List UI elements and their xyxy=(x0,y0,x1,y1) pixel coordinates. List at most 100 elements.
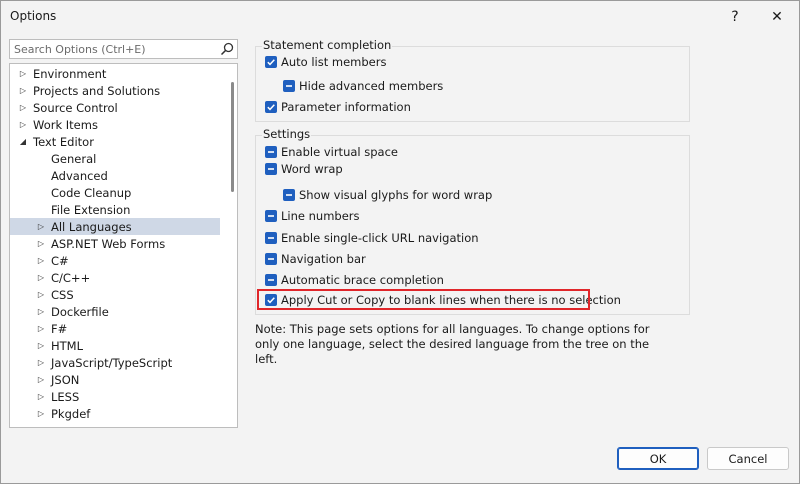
tree-item-label: HTML xyxy=(51,338,84,353)
option-show-visual-glyphs[interactable]: Show visual glyphs for word wrap xyxy=(283,187,492,203)
highlight-box xyxy=(257,289,590,310)
expand-arrow-icon[interactable]: ▷ xyxy=(36,371,46,388)
expand-arrow-icon[interactable]: ▷ xyxy=(36,269,46,286)
close-button[interactable]: ✕ xyxy=(756,1,798,32)
cancel-button[interactable]: Cancel xyxy=(707,447,789,470)
expand-arrow-icon[interactable]: ▷ xyxy=(18,116,28,133)
tree-item[interactable]: ▷ Projects and Solutions xyxy=(10,82,220,99)
ok-button[interactable]: OK xyxy=(617,447,699,470)
expand-arrow-icon[interactable]: ▷ xyxy=(36,218,46,235)
option-label: Word wrap xyxy=(281,162,343,176)
expand-arrow-icon[interactable]: ▷ xyxy=(36,303,46,320)
statement-completion-title: Statement completion xyxy=(262,38,393,52)
tree-item-label: Pkgdef xyxy=(51,406,91,421)
tree-item[interactable]: ▷ All Languages xyxy=(10,218,220,235)
tree-item-label: Advanced xyxy=(51,168,108,183)
title-bar: Options ? ✕ xyxy=(1,1,799,32)
expand-arrow-icon[interactable]: ▷ xyxy=(18,82,28,99)
tree-item-label: F# xyxy=(51,321,68,336)
tree-item[interactable]: ▷ F# xyxy=(10,320,220,337)
options-tree: ▷ Environment ▷ Projects and Solutions ▷ Sour… xyxy=(9,63,238,428)
expand-arrow-icon[interactable]: ▷ xyxy=(36,354,46,371)
checkbox-indeterminate[interactable] xyxy=(265,274,277,286)
option-navigation-bar[interactable]: Navigation bar xyxy=(265,251,366,267)
tree-scrollbar[interactable] xyxy=(231,82,234,192)
option-label: Show visual glyphs for word wrap xyxy=(299,188,493,202)
tree-item-label: LESS xyxy=(51,389,80,404)
expand-arrow-icon[interactable]: ▷ xyxy=(36,286,46,303)
tree-item-label: CSS xyxy=(51,287,74,302)
tree-item-label: C# xyxy=(51,253,69,268)
tree-item[interactable]: ▷ CSS xyxy=(10,286,220,303)
option-auto-list-members[interactable]: Auto list members xyxy=(265,54,386,70)
tree-item[interactable]: ▷ LESS xyxy=(10,388,220,405)
option-label: Auto list members xyxy=(281,55,387,69)
tree-item-label: ASP.NET Web Forms xyxy=(51,236,166,251)
tree-item[interactable]: General xyxy=(10,150,220,167)
option-label: Enable virtual space xyxy=(281,145,398,159)
checkbox-checked[interactable] xyxy=(265,56,277,68)
tree-item[interactable]: ▷ Dockerfile xyxy=(10,303,220,320)
window-title: Options xyxy=(10,9,57,23)
option-parameter-information[interactable]: Parameter information xyxy=(265,99,411,115)
option-label: Line numbers xyxy=(281,209,360,223)
tree-item[interactable]: ▷ Environment xyxy=(10,65,220,82)
checkbox-indeterminate[interactable] xyxy=(265,253,277,265)
checkbox-indeterminate[interactable] xyxy=(283,80,295,92)
tree-item[interactable]: Advanced xyxy=(10,167,220,184)
tree-item-label: Text Editor xyxy=(33,134,94,149)
tree-item[interactable]: ▷ C/C++ xyxy=(10,269,220,286)
settings-title: Settings xyxy=(262,127,312,141)
checkbox-indeterminate[interactable] xyxy=(265,232,277,244)
tree-item[interactable]: ▷ C# xyxy=(10,252,220,269)
option-automatic-brace-completion[interactable]: Automatic brace completion xyxy=(265,272,444,288)
search-icon[interactable] xyxy=(219,41,235,57)
option-label: Navigation bar xyxy=(281,252,366,266)
tree-item-label: JSON xyxy=(51,372,80,387)
tree-item[interactable]: ▷ Work Items xyxy=(10,116,220,133)
tree-item-label: Source Control xyxy=(33,100,118,115)
expand-arrow-icon[interactable]: ▷ xyxy=(18,65,28,82)
checkbox-indeterminate[interactable] xyxy=(265,210,277,222)
tree-item[interactable]: ▷ ASP.NET Web Forms xyxy=(10,235,220,252)
tree-item[interactable]: ▷ JSON xyxy=(10,371,220,388)
tree-item-label: All Languages xyxy=(51,219,132,234)
tree-item-label: Work Items xyxy=(33,117,98,132)
expand-arrow-icon[interactable]: ▷ xyxy=(36,252,46,269)
option-enable-virtual-space[interactable]: Enable virtual space xyxy=(265,144,398,160)
expand-arrow-icon[interactable]: ▷ xyxy=(36,235,46,252)
tree-item-label: C/C++ xyxy=(51,270,91,285)
expand-arrow-icon[interactable]: ▷ xyxy=(18,99,28,116)
tree-item-label: Environment xyxy=(33,66,107,81)
tree-item-label: File Extension xyxy=(51,202,131,217)
checkbox-indeterminate[interactable] xyxy=(283,189,295,201)
tree-item-label: Code Cleanup xyxy=(51,185,132,200)
checkbox-indeterminate[interactable] xyxy=(265,146,277,158)
tree-item[interactable]: File Extension xyxy=(10,201,220,218)
expand-arrow-icon[interactable]: ▷ xyxy=(36,405,46,422)
tree-item[interactable]: ▷ Pkgdef xyxy=(10,405,220,422)
tree-item[interactable]: ◢ Text Editor xyxy=(10,133,220,150)
option-hide-advanced-members[interactable]: Hide advanced members xyxy=(283,78,443,94)
expand-arrow-icon[interactable]: ▷ xyxy=(36,388,46,405)
tree-item-label: Projects and Solutions xyxy=(33,83,161,98)
option-single-click-url-navigation[interactable]: Enable single-click URL navigation xyxy=(265,230,479,246)
search-input[interactable] xyxy=(10,40,215,58)
expanded-arrow-icon[interactable]: ◢ xyxy=(18,133,28,150)
tree-item[interactable]: ▷ HTML xyxy=(10,337,220,354)
expand-arrow-icon[interactable]: ▷ xyxy=(36,320,46,337)
checkbox-indeterminate[interactable] xyxy=(265,163,277,175)
option-label: Automatic brace completion xyxy=(281,273,444,287)
help-button[interactable]: ? xyxy=(714,1,756,32)
option-word-wrap[interactable]: Word wrap xyxy=(265,161,343,177)
checkbox-checked[interactable] xyxy=(265,101,277,113)
tree-item[interactable]: Code Cleanup xyxy=(10,184,220,201)
expand-arrow-icon[interactable]: ▷ xyxy=(36,337,46,354)
search-box xyxy=(9,39,238,59)
tree-item[interactable]: ▷ JavaScript/TypeScript xyxy=(10,354,220,371)
option-line-numbers[interactable]: Line numbers xyxy=(265,208,360,224)
tree-item[interactable]: ▷ Source Control xyxy=(10,99,220,116)
